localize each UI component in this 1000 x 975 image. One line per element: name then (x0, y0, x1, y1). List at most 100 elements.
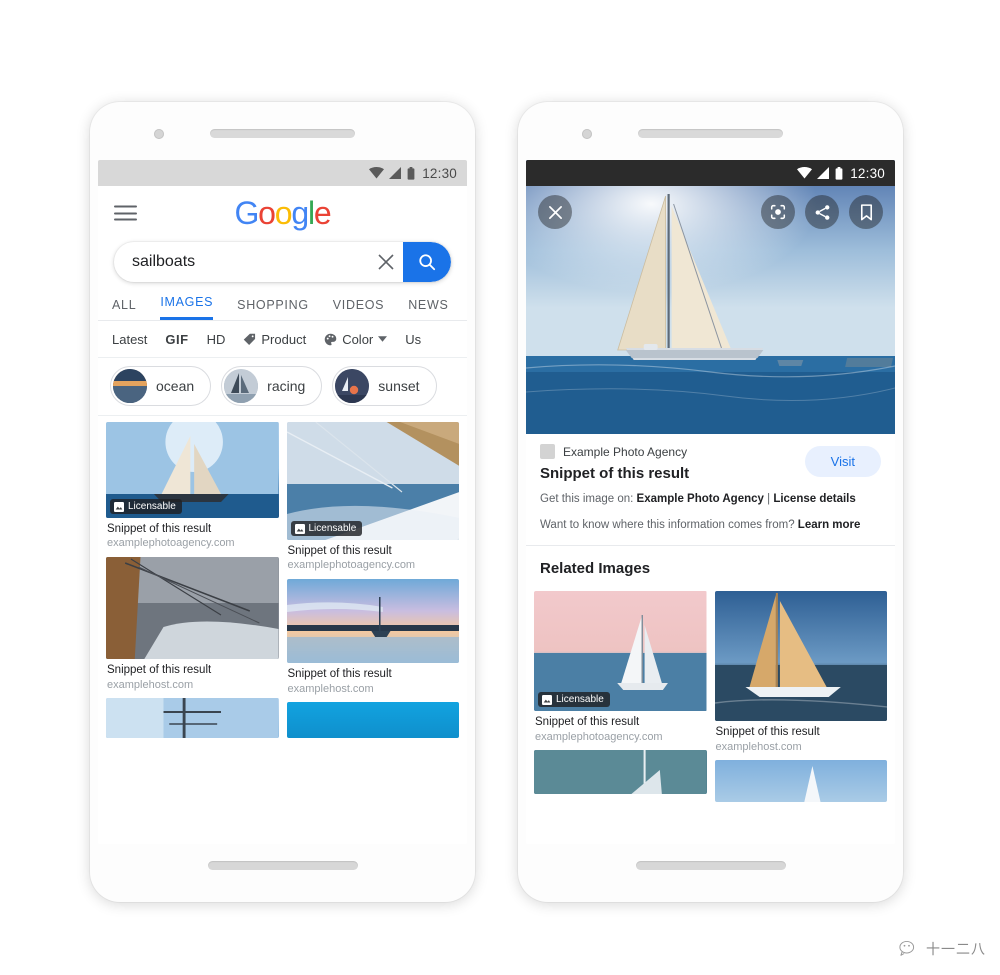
site-favicon (540, 444, 555, 459)
licensable-badge: Licensable (290, 521, 363, 536)
bookmark-button[interactable] (849, 195, 883, 229)
google-lens-button[interactable] (761, 195, 795, 229)
get-image-source-link[interactable]: Example Photo Agency (637, 493, 764, 505)
tab-news[interactable]: NEWS (408, 298, 448, 320)
result-thumbnail[interactable] (106, 557, 279, 660)
share-button[interactable] (805, 195, 839, 229)
status-time: 12:30 (850, 165, 885, 181)
sailboat-illustration (534, 750, 707, 795)
result-host: examplephotoagency.com (287, 559, 416, 572)
search-bar-container (98, 240, 467, 282)
filter-hd[interactable]: HD (207, 332, 226, 347)
filter-product[interactable]: Product (243, 332, 306, 347)
image-result-card[interactable]: Licensable Snippet of this result exampl… (286, 422, 459, 573)
filter-gif[interactable]: GIF (165, 332, 188, 347)
related-thumbnail[interactable] (534, 750, 707, 795)
google-header: Google (98, 186, 467, 240)
visit-button[interactable]: Visit (804, 446, 881, 477)
clear-search-button[interactable] (369, 242, 403, 282)
filter-us[interactable]: Us (405, 332, 421, 347)
result-thumbnail[interactable] (286, 702, 459, 739)
sailboat-illustration (803, 766, 821, 803)
result-thumbnail[interactable]: Licensable (106, 422, 279, 518)
ocean-thumb (113, 369, 147, 403)
tag-icon (244, 333, 256, 345)
signal-icon (389, 167, 402, 179)
filter-latest[interactable]: Latest (112, 332, 147, 347)
image-results-grid: Licensable Snippet of this result exampl… (98, 416, 467, 744)
image-result-card-partial[interactable] (286, 702, 459, 739)
hero-right-actions (761, 195, 883, 229)
google-logo-letter-1: o (258, 195, 276, 231)
learn-more-line: Want to know where this information come… (540, 517, 881, 534)
related-image-card[interactable]: Licensable Snippet of this result exampl… (534, 591, 707, 744)
search-input[interactable] (114, 252, 369, 272)
related-thumbnail[interactable] (714, 760, 887, 803)
image-result-card-partial[interactable] (106, 698, 279, 739)
sailboat-illustration (106, 557, 279, 660)
chip-label: sunset (378, 378, 420, 394)
front-camera-lens (582, 129, 592, 139)
result-snippet: Snippet of this result (287, 668, 392, 681)
tab-all[interactable]: ALL (112, 298, 136, 320)
result-thumbnail[interactable] (106, 698, 279, 739)
search-bar[interactable] (114, 242, 451, 282)
learn-more-link[interactable]: Learn more (798, 519, 861, 531)
related-images-grid: Licensable Snippet of this result exampl… (526, 585, 895, 808)
chip-ocean[interactable]: ocean (110, 366, 212, 406)
wifi-icon (369, 167, 385, 179)
hamburger-icon[interactable] (114, 205, 137, 221)
license-details-link[interactable]: License details (773, 493, 855, 505)
search-submit-button[interactable] (403, 242, 451, 282)
related-thumbnail[interactable]: Licensable (534, 591, 707, 712)
screenshot-canvas: 12:30 Google ALLIMA (0, 0, 1000, 975)
result-host: examplehost.com (107, 678, 194, 691)
bottom-grille (636, 861, 786, 870)
related-searches-chips: ocean racing sunset (98, 358, 467, 416)
earpiece-grille (210, 129, 355, 138)
image-icon (542, 694, 552, 705)
sailboat-illustration (106, 698, 279, 739)
sailboat-illustration (286, 597, 459, 664)
sunset-thumb (335, 369, 370, 403)
hero-image-viewer[interactable]: 12:30 (526, 160, 895, 434)
related-thumbnail[interactable] (714, 591, 887, 722)
tab-videos[interactable]: VIDEOS (333, 298, 384, 320)
chevron-down-icon (378, 336, 388, 342)
get-image-separator: | (763, 493, 774, 505)
image-result-card[interactable]: Snippet of this result examplehost.com (106, 557, 279, 692)
get-image-prefix: Get this image on: (540, 493, 637, 505)
chip-label: racing (267, 378, 306, 394)
google-logo-letter-0: G (234, 195, 259, 231)
chip-sunset[interactable]: sunset (332, 366, 437, 406)
close-icon (548, 205, 562, 219)
google-logo-letter-2: o (274, 195, 293, 231)
tab-shopping[interactable]: SHOPPING (237, 298, 309, 320)
result-thumbnail[interactable]: Licensable (286, 422, 459, 540)
bottom-grille (208, 861, 358, 870)
close-icon (378, 254, 394, 270)
related-image-card[interactable]: Snippet of this result examplehost.com (714, 591, 887, 754)
front-camera-lens (154, 129, 164, 139)
close-button[interactable] (538, 195, 572, 229)
image-result-card[interactable]: Snippet of this result examplehost.com (286, 579, 459, 696)
image-result-card[interactable]: Licensable Snippet of this result exampl… (106, 422, 279, 551)
google-logo: Google (234, 195, 331, 231)
status-time: 12:30 (422, 165, 457, 181)
racing-thumb (224, 369, 259, 403)
tab-images[interactable]: IMAGES (160, 295, 214, 320)
filter-color[interactable]: Color (324, 332, 388, 347)
related-host: examplehost.com (715, 740, 802, 753)
related-host: examplephotoagency.com (535, 730, 663, 743)
source-name: Example Photo Agency (563, 444, 688, 459)
chip-racing[interactable]: racing (221, 366, 323, 406)
result-thumbnail[interactable] (286, 579, 459, 664)
watermark: 十一二八 (899, 939, 986, 959)
search-tabs: ALL IMAGES SHOPPING VIDEOS NEWS (98, 282, 467, 321)
right-status-bar: 12:30 (526, 160, 895, 186)
related-image-card-partial[interactable] (714, 760, 887, 803)
related-image-card-partial[interactable] (534, 750, 707, 795)
filter-label: GIF (165, 331, 189, 347)
badge-label: Licensable (128, 501, 176, 512)
palette-icon (324, 333, 337, 345)
